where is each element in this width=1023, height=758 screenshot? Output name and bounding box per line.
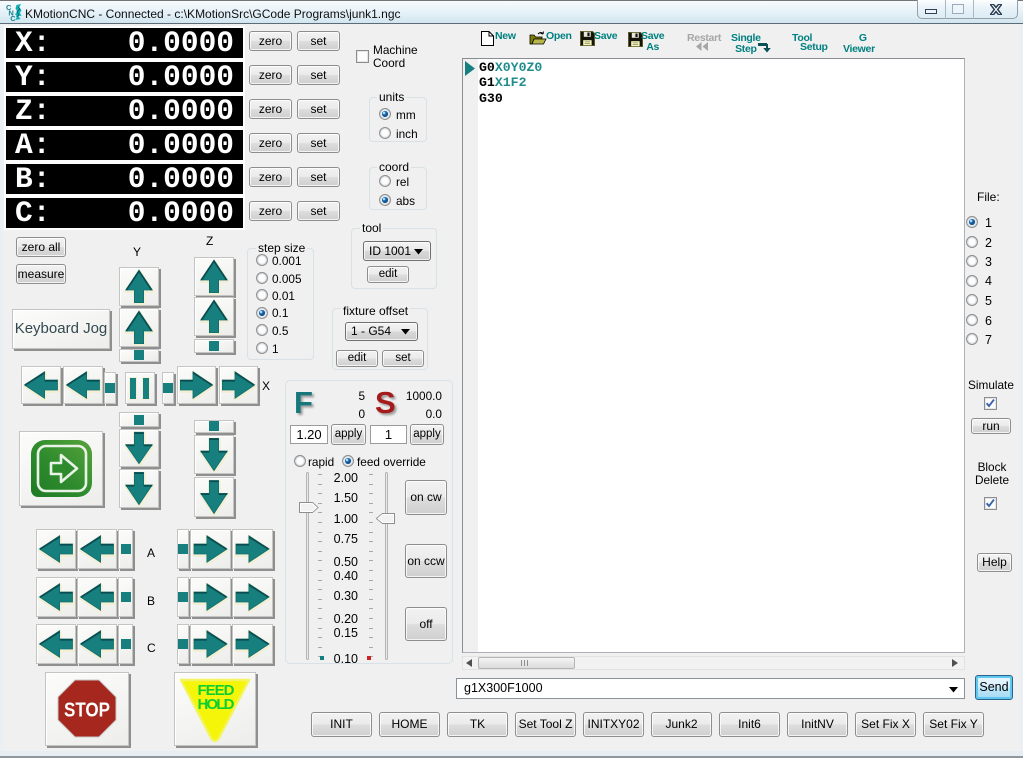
svg-text:HOLD: HOLD — [198, 696, 235, 713]
svg-text:C: C — [10, 14, 16, 22]
svg-text:STOP: STOP — [64, 700, 110, 722]
